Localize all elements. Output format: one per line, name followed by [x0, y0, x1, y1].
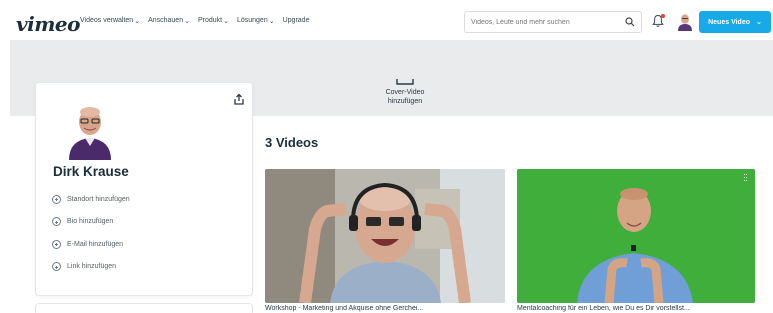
profile-name: Dirk Krause [53, 164, 129, 179]
secondary-card [35, 303, 253, 313]
add-location-label: Standort hinzufügen [67, 195, 130, 203]
upload-tray-icon [396, 79, 414, 85]
vimeo-logo[interactable]: vimeo [16, 12, 80, 36]
profile-links: Standort hinzufügen Bio hinzufügen E-Mai… [52, 188, 242, 278]
chevron-down-icon: ⌄ [268, 18, 275, 25]
more-options-icon[interactable] [744, 174, 747, 183]
add-cover-video-button[interactable]: Cover-Video hinzufügen [375, 78, 435, 106]
nav-loesungen[interactable]: Lösungen [237, 17, 268, 25]
add-bio-link[interactable]: Bio hinzufügen [52, 211, 242, 234]
share-icon[interactable] [233, 93, 245, 105]
new-video-button[interactable]: Neues Video ⌄ [699, 11, 771, 33]
add-bio-label: Bio hinzufügen [67, 218, 114, 226]
profile-avatar[interactable] [67, 100, 113, 160]
plus-circle-icon [52, 239, 61, 249]
chevron-down-icon: ⌄ [223, 18, 229, 25]
search-icon[interactable] [625, 17, 635, 27]
chevron-down-icon: ⌄ [756, 19, 762, 26]
video-thumbnail[interactable] [517, 169, 755, 303]
videos-count-heading: 3 Videos [265, 135, 319, 150]
search-box [464, 11, 642, 33]
add-email-link[interactable]: E-Mail hinzufügen [52, 233, 242, 256]
video-title-2[interactable]: Mentalcoaching für ein Leben, wie Du es … [517, 305, 755, 313]
add-email-label: E-Mail hinzufügen [67, 240, 124, 248]
plus-circle-icon [52, 262, 61, 272]
add-link-link[interactable]: Link hinzufügen [52, 256, 242, 279]
video-title-1[interactable]: Workshop - Marketing und Akquise ohne Ge… [265, 305, 505, 313]
nav-anschauen[interactable]: Anschauen [148, 17, 183, 25]
nav-videos-verwalten[interactable]: Videos verwalten [80, 17, 133, 25]
profile-card: Dirk Krause Standort hinzufügen Bio hinz… [35, 82, 253, 296]
notifications-bell-icon[interactable] [652, 14, 665, 28]
main-nav: Videos verwalten ⌄ Anschauen ⌄ Produkt ⌄ Lö… [80, 17, 309, 25]
more-options-icon[interactable] [494, 174, 497, 183]
plus-circle-icon [52, 194, 61, 204]
top-navigation: vimeo Videos verwalten ⌄ Anschauen ⌄ Produ… [0, 0, 773, 40]
user-avatar[interactable] [676, 11, 694, 31]
video-thumbnail-image-1 [265, 169, 505, 303]
add-link-label: Link hinzufügen [67, 263, 117, 271]
new-video-label: Neues Video [708, 18, 750, 26]
nav-produkt[interactable]: Produkt [198, 17, 222, 25]
search-input[interactable] [471, 15, 621, 29]
video-thumbnail[interactable] [265, 169, 505, 303]
chevron-down-icon: ⌄ [184, 18, 190, 25]
chevron-down-icon: ⌄ [134, 18, 141, 25]
nav-upgrade[interactable]: Upgrade [283, 17, 310, 25]
add-cover-video-label: Cover-Video hinzufügen [385, 89, 425, 105]
notification-dot [661, 14, 665, 18]
video-thumbnail-image-2 [517, 169, 755, 303]
plus-circle-icon [52, 217, 61, 227]
add-location-link[interactable]: Standort hinzufügen [52, 188, 242, 211]
